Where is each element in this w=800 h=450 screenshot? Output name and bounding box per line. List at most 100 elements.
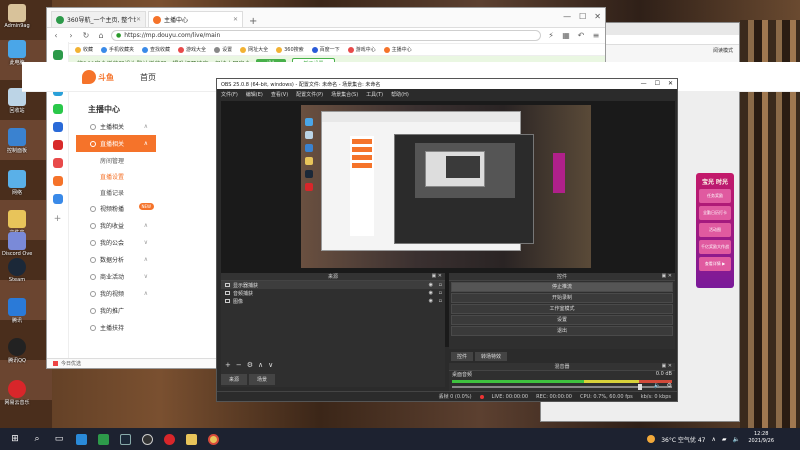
tab-scenes[interactable]: 场景	[249, 374, 276, 385]
close-icon[interactable]: ✕	[233, 16, 238, 23]
move-up-icon[interactable]: ∧	[258, 361, 263, 369]
minimize-icon[interactable]: —	[641, 80, 647, 87]
speaker-icon[interactable]: 🔈	[654, 382, 661, 389]
taskbar-app-steam[interactable]	[118, 432, 132, 446]
start-windows-icon[interactable]: ⊞	[8, 432, 22, 446]
bookmark-item[interactable]: 游戏中心	[347, 46, 376, 53]
sidebar-item-video[interactable]: 视频粉播 NEW	[76, 200, 156, 217]
add-source-icon[interactable]: +	[225, 361, 231, 369]
close-icon[interactable]: ✕	[594, 12, 601, 21]
bookmark-item[interactable]: 游戏大全	[178, 46, 206, 53]
sidebar-item-business[interactable]: 商业活动 ∨	[76, 268, 156, 285]
close-icon[interactable]: ✕	[668, 80, 673, 87]
sidebar-sub-live-record[interactable]: 直播记录	[76, 184, 156, 200]
bookmark-item[interactable]: 网址大全	[240, 46, 268, 53]
douyu-logo[interactable]: 斗鱼	[82, 67, 122, 87]
lock-icon[interactable]: ▫	[439, 298, 442, 304]
forward-icon[interactable]: ›	[66, 31, 76, 40]
promo-banner[interactable]: 宝光 时光 任务奖励 全勤日历打卡 活动图 千亿奖励大作战 查看详情 ▶	[696, 173, 734, 288]
dock-undock-icon[interactable]: ▣ ✕	[661, 273, 672, 279]
sidebar-item-live[interactable]: 直播相关 ∧	[76, 135, 156, 152]
gear-icon[interactable]: ⚙	[667, 382, 672, 389]
rail-app-icon[interactable]	[52, 194, 63, 204]
bookmark-item[interactable]: 主播中心	[383, 46, 412, 53]
search-icon[interactable]: ⌕	[30, 432, 44, 446]
taskbar-app-netease[interactable]	[162, 432, 176, 446]
taskbar-clock[interactable]: 12:28 2021/9/26	[748, 431, 774, 445]
rail-360-icon[interactable]	[52, 50, 63, 60]
sidebar-sub-room[interactable]: 房间管理	[76, 152, 156, 168]
sidebar-item-support[interactable]: 主播扶持	[76, 319, 156, 336]
promo-item[interactable]: 全勤日历打卡	[699, 206, 731, 220]
taskbar-app-explorer[interactable]	[184, 432, 198, 446]
bookmark-item[interactable]: 手机收藏夹	[101, 46, 134, 53]
taskbar-app-360[interactable]	[96, 432, 110, 446]
studio-mode-button[interactable]: 工作室模式	[451, 304, 673, 314]
bookmark-item[interactable]: 百度一下	[311, 46, 340, 53]
promo-item[interactable]: 活动图	[699, 223, 731, 237]
sidebar-item-anchor[interactable]: 主播相关 ∧	[76, 118, 156, 135]
rail-app-icon[interactable]	[52, 122, 63, 132]
minimize-icon[interactable]: —	[563, 12, 571, 21]
tab-360-nav[interactable]: 360导航_一个主页, 整个世界 ✕	[51, 11, 146, 27]
add-icon[interactable]: +	[47, 214, 68, 224]
bookmark-item[interactable]: 查找收藏	[142, 46, 170, 53]
sidebar-item-guild[interactable]: 我的公会 ∨	[76, 234, 156, 251]
menu-icon[interactable]: ≡	[591, 31, 601, 40]
read-mode-button[interactable]: 阅读模式	[713, 47, 733, 54]
menu-edit[interactable]: 编辑(E)	[246, 91, 263, 98]
menu-file[interactable]: 文件(F)	[221, 91, 238, 98]
volume-knob[interactable]	[638, 384, 642, 390]
menu-profile[interactable]: 配置文件(P)	[296, 91, 323, 98]
lock-icon[interactable]: ▫	[439, 282, 442, 288]
sidebar-item-my-videos[interactable]: 我的视频 ∧	[76, 285, 156, 302]
tab-controls[interactable]: 控件	[451, 352, 474, 361]
promo-item[interactable]: 千亿奖励大作战	[699, 240, 731, 254]
taskbar-app-chrome[interactable]	[206, 432, 220, 446]
menu-help[interactable]: 帮助(H)	[391, 91, 409, 98]
eye-icon[interactable]: ◉	[429, 290, 433, 296]
eye-icon[interactable]: ◉	[429, 282, 433, 288]
dock-undock-icon[interactable]: ▣ ✕	[431, 273, 442, 279]
rail-wechat-icon[interactable]	[52, 104, 63, 114]
tab-anchor-center[interactable]: 主播中心 ✕	[148, 11, 243, 27]
sidebar-item-analytics[interactable]: 数据分析 ∧	[76, 251, 156, 268]
source-image[interactable]: 图像 ◉ ▫	[221, 297, 445, 305]
sidebar-item-income[interactable]: 我的收益 ∧	[76, 217, 156, 234]
dock-undock-icon[interactable]: ▣ ✕	[661, 363, 672, 369]
home-icon[interactable]: ⌂	[96, 31, 106, 40]
rail-app-icon[interactable]	[52, 176, 63, 186]
back-icon[interactable]: ‹	[51, 31, 61, 40]
tab-transitions[interactable]: 转场特效	[475, 352, 508, 361]
eye-icon[interactable]: ◉	[429, 298, 433, 304]
tray-chevron-icon[interactable]: ∧	[711, 436, 715, 443]
start-recording-button[interactable]: 开始录制	[451, 293, 673, 303]
volume-slider[interactable]	[452, 384, 672, 390]
move-down-icon[interactable]: ∨	[268, 361, 273, 369]
taskbar-app-obs[interactable]	[140, 432, 154, 446]
maximize-icon[interactable]: ☐	[655, 80, 660, 87]
tab-sources[interactable]: 来源	[221, 374, 248, 385]
home-link[interactable]: 首页	[140, 72, 156, 83]
bookmark-item[interactable]: 收藏	[75, 46, 93, 53]
menu-tools[interactable]: 工具(T)	[366, 91, 383, 98]
rail-app-icon[interactable]	[52, 158, 63, 168]
bookmark-item[interactable]: 360搜索	[276, 46, 304, 53]
source-display-capture[interactable]: 显示器捕获 ◉ ▫	[221, 281, 445, 289]
address-bar[interactable]: ● https://mp.douyu.com/live/main	[111, 30, 541, 41]
volume-icon[interactable]: 🔈	[733, 436, 740, 443]
undo-icon[interactable]: ↶	[576, 31, 586, 40]
weather-text[interactable]: 36°C 空气优 47	[661, 435, 705, 444]
promo-item[interactable]: 任务奖励	[699, 189, 731, 203]
rail-app-icon[interactable]	[52, 140, 63, 150]
stop-streaming-button[interactable]: 停止推流	[451, 282, 673, 292]
remove-source-icon[interactable]: −	[236, 361, 242, 369]
refresh-icon[interactable]: ↻	[81, 31, 91, 40]
sidebar-sub-live-settings[interactable]: 直播设置	[76, 168, 156, 184]
promo-item[interactable]: 查看详情 ▶	[699, 257, 731, 271]
new-tab-button[interactable]: +	[245, 16, 261, 27]
sidebar-item-promotion[interactable]: 我的推广	[76, 302, 156, 319]
network-icon[interactable]: ▰	[722, 436, 727, 443]
menu-scene-collection[interactable]: 场景集合(S)	[331, 91, 358, 98]
maximize-icon[interactable]: ☐	[579, 12, 586, 21]
